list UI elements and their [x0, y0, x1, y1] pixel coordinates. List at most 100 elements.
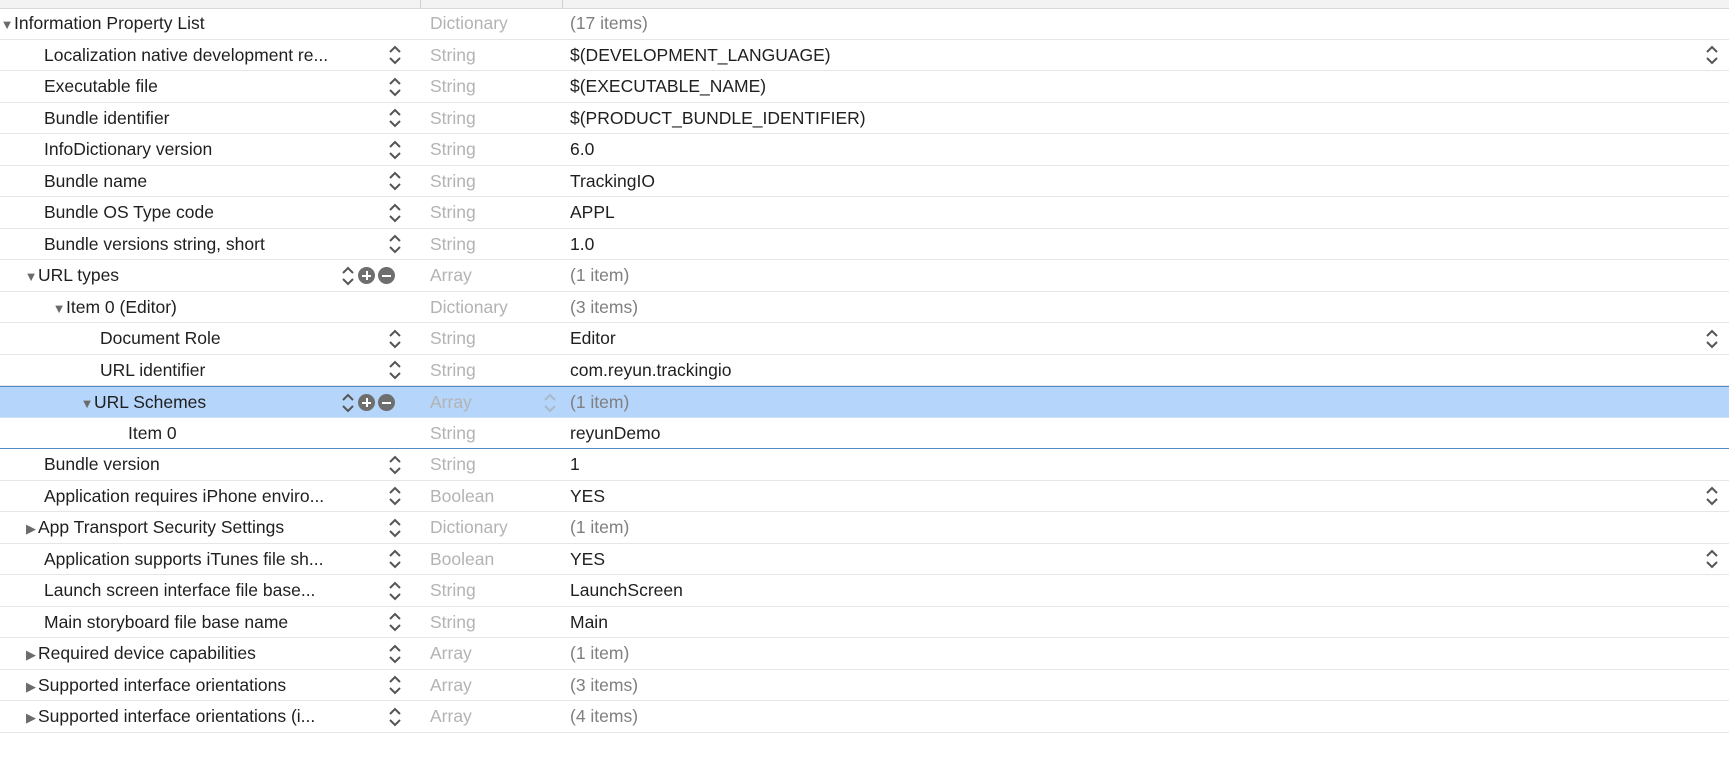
plist-row[interactable]: ▶ App Transport Security Settings Diction…	[0, 512, 1729, 544]
row-key[interactable]: Bundle OS Type code	[44, 197, 214, 228]
row-value[interactable]: YES	[570, 544, 605, 575]
plist-row[interactable]: ▼URL types Array (1 item)	[0, 260, 1729, 292]
disclosure-expanded-icon[interactable]: ▼	[0, 9, 14, 40]
row-key[interactable]: URL identifier	[100, 355, 205, 386]
row-key[interactable]: Required device capabilities	[38, 643, 256, 663]
plist-row[interactable]: Application supports iTunes file sh... B…	[0, 544, 1729, 575]
add-circle-icon[interactable]	[358, 394, 375, 411]
up-down-stepper-icon[interactable]	[388, 580, 402, 602]
row-key[interactable]: URL types	[38, 265, 119, 285]
row-type[interactable]: Array	[430, 260, 472, 291]
plist-row[interactable]: Launch screen interface file base... Str…	[0, 575, 1729, 607]
row-key[interactable]: Application supports iTunes file sh...	[44, 544, 324, 575]
row-type[interactable]: String	[430, 607, 476, 638]
up-down-stepper-icon[interactable]	[388, 674, 402, 696]
row-type[interactable]: Dictionary	[430, 8, 508, 39]
plist-row[interactable]: Application requires iPhone enviro... Bo…	[0, 481, 1729, 512]
row-key[interactable]: Bundle name	[44, 166, 147, 197]
row-type[interactable]: Dictionary	[430, 512, 508, 543]
row-key[interactable]: Launch screen interface file base...	[44, 575, 315, 606]
up-down-stepper-icon[interactable]	[388, 643, 402, 665]
row-type[interactable]: String	[430, 449, 476, 480]
row-key[interactable]: Executable file	[44, 71, 158, 102]
row-type[interactable]: String	[430, 323, 476, 354]
type-popup-stepper-icon[interactable]	[543, 392, 557, 414]
disclosure-expanded-icon[interactable]: ▼	[52, 293, 66, 324]
row-key[interactable]: Bundle version	[44, 449, 160, 480]
add-circle-icon[interactable]	[358, 267, 375, 284]
disclosure-collapsed-icon[interactable]: ▶	[24, 513, 38, 544]
row-type[interactable]: String	[430, 197, 476, 228]
row-type[interactable]: String	[430, 71, 476, 102]
row-value[interactable]: 1	[570, 449, 580, 480]
plist-row[interactable]: ▼Item 0 (Editor) Dictionary (3 items)	[0, 292, 1729, 324]
row-key[interactable]: Application requires iPhone enviro...	[44, 481, 324, 512]
row-type[interactable]: Boolean	[430, 544, 494, 575]
up-down-stepper-icon[interactable]	[388, 611, 402, 633]
plist-row[interactable]: Executable file String $(EXECUTABLE_NAME…	[0, 71, 1729, 103]
row-type[interactable]: String	[430, 355, 476, 386]
disclosure-collapsed-icon[interactable]: ▶	[24, 702, 38, 733]
row-value[interactable]: Editor	[570, 323, 616, 354]
disclosure-expanded-icon[interactable]: ▼	[80, 388, 94, 419]
row-value[interactable]: $(PRODUCT_BUNDLE_IDENTIFIER)	[570, 103, 866, 134]
up-down-stepper-icon[interactable]	[388, 107, 402, 129]
plist-row[interactable]: URL identifier String com.reyun.tracking…	[0, 355, 1729, 386]
remove-circle-icon[interactable]	[378, 394, 395, 411]
row-key[interactable]: Supported interface orientations	[38, 675, 286, 695]
up-down-stepper-icon[interactable]	[388, 202, 402, 224]
row-key[interactable]: Document Role	[100, 323, 221, 354]
row-type[interactable]: String	[430, 134, 476, 165]
row-type[interactable]: Boolean	[430, 481, 494, 512]
plist-row[interactable]: ▶ Required device capabilities Array (1 i…	[0, 638, 1729, 670]
up-down-stepper-icon[interactable]	[388, 517, 402, 539]
value-popup-stepper-icon[interactable]	[1705, 485, 1719, 507]
plist-row-selected[interactable]: ▼URL Schemes Array (1 item)	[0, 386, 1729, 418]
up-down-stepper-icon[interactable]	[388, 359, 402, 381]
plist-row[interactable]: Localization native development re... St…	[0, 40, 1729, 71]
plist-row[interactable]: Document Role String Editor	[0, 323, 1729, 355]
row-value[interactable]: Main	[570, 607, 608, 638]
row-value[interactable]: $(EXECUTABLE_NAME)	[570, 71, 766, 102]
row-value[interactable]: reyunDemo	[570, 418, 660, 449]
row-type[interactable]: String	[430, 40, 476, 71]
row-value[interactable]: YES	[570, 481, 605, 512]
row-value[interactable]: com.reyun.trackingio	[570, 355, 731, 386]
up-down-stepper-icon[interactable]	[388, 170, 402, 192]
row-type[interactable]: String	[430, 166, 476, 197]
disclosure-collapsed-icon[interactable]: ▶	[24, 671, 38, 702]
row-type[interactable]: String	[430, 575, 476, 606]
plist-row[interactable]: InfoDictionary version String 6.0	[0, 134, 1729, 166]
disclosure-collapsed-icon[interactable]: ▶	[24, 639, 38, 670]
plist-row[interactable]: Bundle versions string, short String 1.0	[0, 229, 1729, 260]
up-down-stepper-icon[interactable]	[388, 548, 402, 570]
up-down-stepper-icon[interactable]	[341, 265, 355, 287]
row-value[interactable]: 1.0	[570, 229, 594, 260]
plist-row[interactable]: Bundle identifier String $(PRODUCT_BUNDL…	[0, 103, 1729, 134]
up-down-stepper-icon[interactable]	[388, 76, 402, 98]
row-key[interactable]: App Transport Security Settings	[38, 517, 284, 537]
plist-row[interactable]: Bundle OS Type code String APPL	[0, 197, 1729, 229]
row-key[interactable]: Bundle identifier	[44, 103, 170, 134]
up-down-stepper-icon[interactable]	[388, 233, 402, 255]
plist-row[interactable]: Item 0 String reyunDemo	[0, 418, 1729, 449]
plist-row[interactable]: Bundle name String TrackingIO	[0, 166, 1729, 197]
value-popup-stepper-icon[interactable]	[1705, 328, 1719, 350]
up-down-stepper-icon[interactable]	[388, 485, 402, 507]
row-value[interactable]: LaunchScreen	[570, 575, 683, 606]
up-down-stepper-icon[interactable]	[388, 706, 402, 728]
row-key[interactable]: Supported interface orientations (i...	[38, 706, 315, 726]
row-key[interactable]: URL Schemes	[94, 392, 206, 412]
plist-row[interactable]: Main storyboard file base name String Ma…	[0, 607, 1729, 638]
row-key[interactable]: Main storyboard file base name	[44, 607, 288, 638]
up-down-stepper-icon[interactable]	[388, 454, 402, 476]
value-popup-stepper-icon[interactable]	[1705, 548, 1719, 570]
row-type[interactable]: Array	[430, 670, 472, 701]
row-value[interactable]: TrackingIO	[570, 166, 655, 197]
row-value[interactable]: 6.0	[570, 134, 594, 165]
row-key[interactable]: Localization native development re...	[44, 40, 328, 71]
plist-row[interactable]: ▶ Supported interface orientations Array …	[0, 670, 1729, 702]
up-down-stepper-icon[interactable]	[341, 392, 355, 414]
row-type[interactable]: Array	[430, 638, 472, 669]
row-type[interactable]: Dictionary	[430, 292, 508, 323]
